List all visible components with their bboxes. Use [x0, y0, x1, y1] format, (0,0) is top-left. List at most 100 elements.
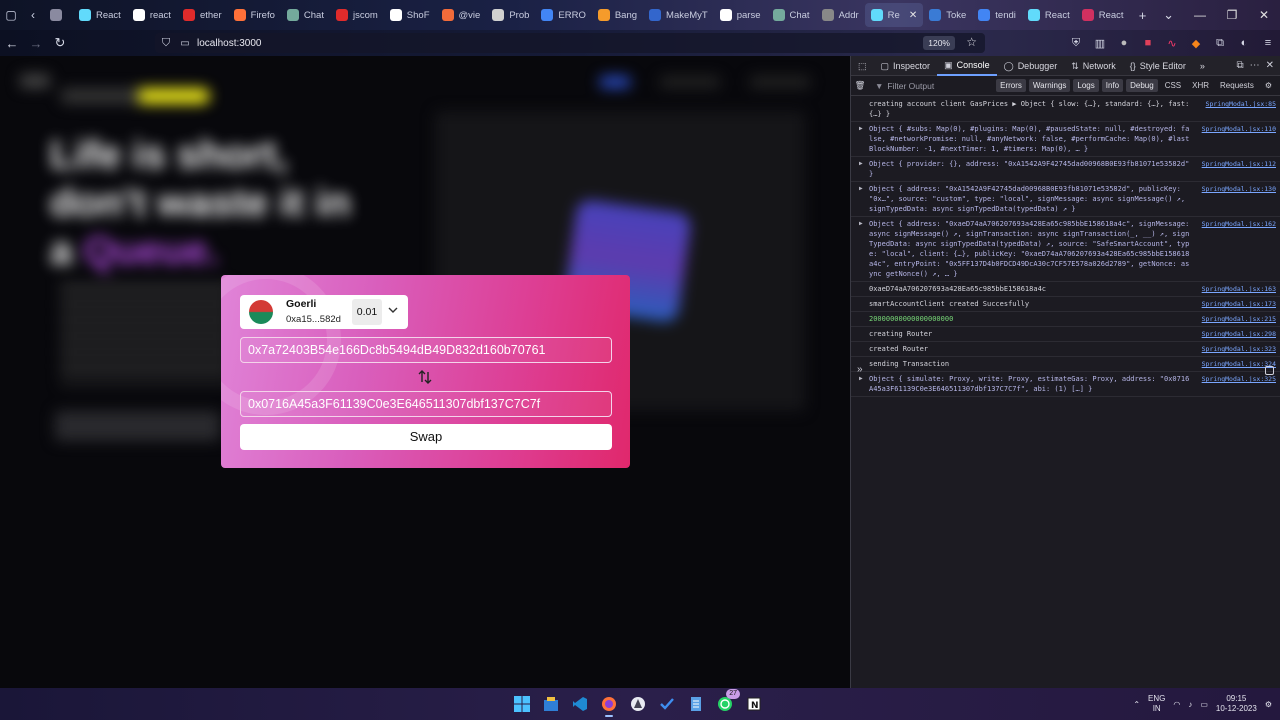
to-address-input[interactable]: 0x0716A45a3F61139C0e3E646511307dbf137C7C…: [240, 391, 612, 417]
console-message[interactable]: ▶ Object { provider: {}, address: "0xA154…: [851, 157, 1280, 182]
expand-twisty-icon[interactable]: ▶: [859, 159, 863, 169]
console-settings-icon[interactable]: ⚙: [1261, 81, 1276, 90]
console-message[interactable]: ▶ Object { address: "0xaeD74aA706207693a4…: [851, 217, 1280, 282]
sidebar-icon[interactable]: ▥: [1088, 37, 1112, 50]
source-link[interactable]: SpringModal.jsx:130: [1202, 184, 1276, 194]
language-indicator[interactable]: ENG IN: [1148, 694, 1165, 714]
filter-logs[interactable]: Logs: [1073, 79, 1099, 92]
filter-css[interactable]: CSS: [1161, 81, 1185, 90]
filter-xhr[interactable]: XHR: [1188, 81, 1213, 90]
firefox-icon[interactable]: [597, 691, 621, 717]
filter-debug[interactable]: Debug: [1126, 79, 1158, 92]
source-link[interactable]: SpringModal.jsx:325: [1202, 374, 1276, 384]
console-message[interactable]: ▶ Object { address: "0xA1542A9F42745dad00…: [851, 182, 1280, 217]
app-menu-icon[interactable]: ≡: [1256, 37, 1280, 49]
source-link[interactable]: SpringModal.jsx:173: [1202, 299, 1276, 309]
clock[interactable]: 09:15 10-12-2023: [1216, 694, 1257, 714]
restore-icon[interactable]: ❐: [1216, 8, 1248, 22]
tab-list-dropdown-icon[interactable]: ⌄: [1156, 7, 1182, 23]
extension-red-icon[interactable]: ■: [1136, 37, 1160, 49]
browser-tab[interactable]: Firefo: [228, 0, 281, 30]
filter-warnings[interactable]: Warnings: [1028, 79, 1071, 92]
browser-tab[interactable]: [44, 0, 73, 30]
filter-output-input[interactable]: Filter Output: [887, 81, 934, 91]
tab-overview-icon[interactable]: ▢: [0, 0, 22, 30]
source-link[interactable]: SpringModal.jsx:163: [1202, 284, 1276, 294]
editor-mode-icon[interactable]: [1265, 366, 1274, 375]
url-text[interactable]: localhost:3000: [197, 38, 262, 49]
browser-tab[interactable]: MakeMyT: [643, 0, 714, 30]
filter-info[interactable]: Info: [1101, 79, 1124, 92]
browser-tab[interactable]: ERRO: [535, 0, 591, 30]
extension-icon[interactable]: ●: [1112, 37, 1136, 49]
from-address-input[interactable]: 0x7a72403B54e166Dc8b5494dB49D832d160b707…: [240, 337, 612, 363]
tab-scroll-left-icon[interactable]: ‹: [22, 0, 44, 30]
volume-icon[interactable]: ♪: [1188, 700, 1192, 709]
close-tab-icon[interactable]: ✕: [909, 10, 917, 21]
settings-gear-icon[interactable]: ⚙: [1265, 700, 1272, 709]
notion-icon[interactable]: N: [742, 691, 766, 717]
expand-twisty-icon[interactable]: ▶: [859, 219, 863, 229]
browser-tab[interactable]: ShoF: [384, 0, 436, 30]
close-window-icon[interactable]: ✕: [1248, 8, 1280, 22]
extension-ublock-icon[interactable]: ∿: [1160, 37, 1184, 50]
swap-direction-icon[interactable]: [417, 369, 433, 385]
expand-twisty-icon[interactable]: ▶: [859, 184, 863, 194]
file-explorer-icon[interactable]: [539, 691, 563, 717]
element-picker-icon[interactable]: ⬚: [851, 56, 874, 76]
browser-tab[interactable]: parse: [714, 0, 767, 30]
source-link[interactable]: SpringModal.jsx:298: [1202, 329, 1276, 339]
browser-tab[interactable]: ether: [177, 0, 228, 30]
tab-console[interactable]: ▣ Console: [937, 56, 997, 76]
browser-tab[interactable]: Re ✕: [864, 3, 924, 27]
console-message[interactable]: ▶ Object { #subs: Map(0), #plugins: Map(0…: [851, 122, 1280, 157]
forward-icon[interactable]: →: [24, 36, 48, 51]
notepad-icon[interactable]: [684, 691, 708, 717]
console-input-prompt[interactable]: »: [857, 364, 863, 375]
filter-requests[interactable]: Requests: [1216, 81, 1258, 90]
browser-tab[interactable]: Chat: [281, 0, 330, 30]
chevron-down-icon[interactable]: [386, 303, 400, 317]
source-link[interactable]: SpringModal.jsx:110: [1202, 124, 1276, 134]
browser-tab[interactable]: React: [73, 0, 127, 30]
browser-tab[interactable]: React: [1076, 0, 1130, 30]
shield-icon[interactable]: ⛉: [155, 37, 177, 50]
tab-inspector[interactable]: ▢ Inspector: [874, 56, 938, 76]
more-tabs-icon[interactable]: »: [1193, 56, 1212, 76]
windows-start-icon[interactable]: [510, 691, 534, 717]
bookmark-star-icon[interactable]: ☆: [966, 35, 977, 49]
back-icon[interactable]: ←: [0, 36, 24, 51]
wifi-icon[interactable]: ◠: [1173, 700, 1180, 709]
chain-selector[interactable]: Goerli 0xa15...582d 0.01: [240, 295, 408, 329]
tab-debugger[interactable]: ◯ Debugger: [997, 56, 1065, 76]
source-link[interactable]: SpringModal.jsx:323: [1202, 344, 1276, 354]
whatsapp-icon[interactable]: 27: [713, 689, 740, 717]
zoom-level-badge[interactable]: 120%: [923, 36, 955, 50]
todo-icon[interactable]: [655, 691, 679, 717]
page-info-icon[interactable]: ▭: [177, 38, 193, 49]
browser-tab[interactable]: Prob: [486, 0, 535, 30]
extensions-puzzle-icon[interactable]: ⧉: [1208, 37, 1232, 50]
source-link[interactable]: SpringModal.jsx:215: [1202, 314, 1276, 324]
browser-tab[interactable]: @vie: [436, 0, 487, 30]
address-bar[interactable]: ⛉ ▭ localhost:3000 120% ☆: [155, 33, 985, 53]
metamask-icon[interactable]: ◆: [1184, 37, 1208, 50]
new-tab-button[interactable]: +: [1130, 8, 1156, 23]
dock-icon[interactable]: ⧉: [1236, 60, 1243, 71]
console-message[interactable]: ▶ Object { simulate: Proxy, write: Proxy,…: [851, 372, 1280, 397]
app-store-icon[interactable]: [626, 691, 650, 717]
tab-style-editor[interactable]: {} Style Editor: [1123, 56, 1193, 76]
browser-tab[interactable]: React: [1022, 0, 1076, 30]
reload-icon[interactable]: ↻: [48, 35, 72, 51]
browser-tab[interactable]: Chat: [767, 0, 816, 30]
account-icon[interactable]: ◐: [1232, 37, 1256, 49]
browser-tab[interactable]: tendi: [972, 0, 1022, 30]
browser-tab[interactable]: Toke: [923, 0, 972, 30]
source-link[interactable]: SpringModal.jsx:112: [1202, 159, 1276, 169]
expand-twisty-icon[interactable]: ▶: [859, 124, 863, 134]
show-hidden-icons[interactable]: ⌃: [1133, 700, 1140, 709]
battery-icon[interactable]: ▭: [1200, 700, 1208, 709]
browser-tab[interactable]: Bang: [592, 0, 643, 30]
devtools-menu-icon[interactable]: ⋯: [1250, 60, 1260, 71]
pocket-icon[interactable]: ⛨: [1064, 37, 1088, 50]
